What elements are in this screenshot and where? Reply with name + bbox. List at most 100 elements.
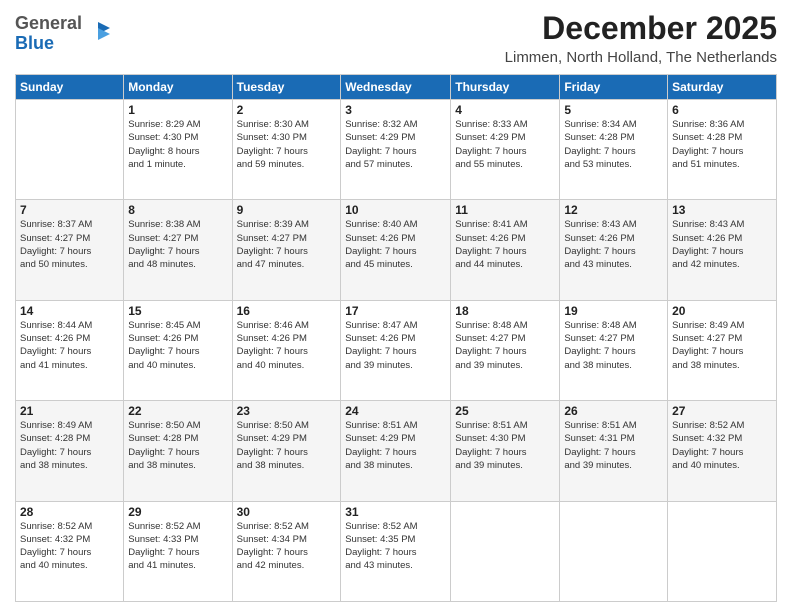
- calendar-week-row: 21Sunrise: 8:49 AM Sunset: 4:28 PM Dayli…: [16, 401, 777, 501]
- logo: General Blue: [15, 14, 112, 54]
- day-info: Sunrise: 8:40 AM Sunset: 4:26 PM Dayligh…: [345, 218, 446, 271]
- day-info: Sunrise: 8:49 AM Sunset: 4:27 PM Dayligh…: [672, 319, 772, 372]
- day-number: 23: [237, 404, 337, 418]
- day-info: Sunrise: 8:36 AM Sunset: 4:28 PM Dayligh…: [672, 118, 772, 171]
- day-number: 28: [20, 505, 119, 519]
- day-info: Sunrise: 8:29 AM Sunset: 4:30 PM Dayligh…: [128, 118, 227, 171]
- day-info: Sunrise: 8:30 AM Sunset: 4:30 PM Dayligh…: [237, 118, 337, 171]
- day-info: Sunrise: 8:52 AM Sunset: 4:35 PM Dayligh…: [345, 520, 446, 573]
- month-year-title: December 2025: [505, 10, 777, 47]
- calendar-cell: 10Sunrise: 8:40 AM Sunset: 4:26 PM Dayli…: [341, 200, 451, 300]
- calendar-cell: 24Sunrise: 8:51 AM Sunset: 4:29 PM Dayli…: [341, 401, 451, 501]
- day-number: 14: [20, 304, 119, 318]
- calendar-cell: 18Sunrise: 8:48 AM Sunset: 4:27 PM Dayli…: [451, 300, 560, 400]
- calendar-cell: 23Sunrise: 8:50 AM Sunset: 4:29 PM Dayli…: [232, 401, 341, 501]
- day-number: 2: [237, 103, 337, 117]
- day-info: Sunrise: 8:48 AM Sunset: 4:27 PM Dayligh…: [564, 319, 663, 372]
- day-info: Sunrise: 8:52 AM Sunset: 4:33 PM Dayligh…: [128, 520, 227, 573]
- calendar-cell: 2Sunrise: 8:30 AM Sunset: 4:30 PM Daylig…: [232, 100, 341, 200]
- calendar-cell: 6Sunrise: 8:36 AM Sunset: 4:28 PM Daylig…: [668, 100, 777, 200]
- day-number: 17: [345, 304, 446, 318]
- calendar-header-row: Sunday Monday Tuesday Wednesday Thursday…: [16, 75, 777, 100]
- day-info: Sunrise: 8:46 AM Sunset: 4:26 PM Dayligh…: [237, 319, 337, 372]
- calendar-cell: 16Sunrise: 8:46 AM Sunset: 4:26 PM Dayli…: [232, 300, 341, 400]
- calendar-week-row: 28Sunrise: 8:52 AM Sunset: 4:32 PM Dayli…: [16, 501, 777, 601]
- day-info: Sunrise: 8:49 AM Sunset: 4:28 PM Dayligh…: [20, 419, 119, 472]
- title-block: December 2025 Limmen, North Holland, The…: [505, 10, 777, 66]
- calendar-cell: 8Sunrise: 8:38 AM Sunset: 4:27 PM Daylig…: [124, 200, 232, 300]
- day-number: 4: [455, 103, 555, 117]
- day-number: 27: [672, 404, 772, 418]
- day-info: Sunrise: 8:52 AM Sunset: 4:34 PM Dayligh…: [237, 520, 337, 573]
- day-number: 13: [672, 203, 772, 217]
- logo-general-text: General: [15, 13, 82, 33]
- day-info: Sunrise: 8:47 AM Sunset: 4:26 PM Dayligh…: [345, 319, 446, 372]
- day-number: 12: [564, 203, 663, 217]
- header: General Blue December 2025 Limmen, North…: [15, 10, 777, 66]
- day-info: Sunrise: 8:50 AM Sunset: 4:29 PM Dayligh…: [237, 419, 337, 472]
- calendar-cell: [451, 501, 560, 601]
- day-info: Sunrise: 8:44 AM Sunset: 4:26 PM Dayligh…: [20, 319, 119, 372]
- day-info: Sunrise: 8:51 AM Sunset: 4:31 PM Dayligh…: [564, 419, 663, 472]
- calendar-cell: 22Sunrise: 8:50 AM Sunset: 4:28 PM Dayli…: [124, 401, 232, 501]
- calendar-cell: 3Sunrise: 8:32 AM Sunset: 4:29 PM Daylig…: [341, 100, 451, 200]
- day-info: Sunrise: 8:43 AM Sunset: 4:26 PM Dayligh…: [672, 218, 772, 271]
- day-info: Sunrise: 8:38 AM Sunset: 4:27 PM Dayligh…: [128, 218, 227, 271]
- day-info: Sunrise: 8:50 AM Sunset: 4:28 PM Dayligh…: [128, 419, 227, 472]
- day-number: 9: [237, 203, 337, 217]
- calendar-cell: 11Sunrise: 8:41 AM Sunset: 4:26 PM Dayli…: [451, 200, 560, 300]
- day-info: Sunrise: 8:39 AM Sunset: 4:27 PM Dayligh…: [237, 218, 337, 271]
- col-monday: Monday: [124, 75, 232, 100]
- calendar-cell: 5Sunrise: 8:34 AM Sunset: 4:28 PM Daylig…: [560, 100, 668, 200]
- day-info: Sunrise: 8:41 AM Sunset: 4:26 PM Dayligh…: [455, 218, 555, 271]
- day-info: Sunrise: 8:43 AM Sunset: 4:26 PM Dayligh…: [564, 218, 663, 271]
- calendar-cell: 21Sunrise: 8:49 AM Sunset: 4:28 PM Dayli…: [16, 401, 124, 501]
- day-info: Sunrise: 8:52 AM Sunset: 4:32 PM Dayligh…: [20, 520, 119, 573]
- day-info: Sunrise: 8:48 AM Sunset: 4:27 PM Dayligh…: [455, 319, 555, 372]
- calendar-cell: 13Sunrise: 8:43 AM Sunset: 4:26 PM Dayli…: [668, 200, 777, 300]
- day-number: 20: [672, 304, 772, 318]
- calendar-cell: [560, 501, 668, 601]
- col-friday: Friday: [560, 75, 668, 100]
- day-number: 19: [564, 304, 663, 318]
- calendar-cell: 27Sunrise: 8:52 AM Sunset: 4:32 PM Dayli…: [668, 401, 777, 501]
- col-wednesday: Wednesday: [341, 75, 451, 100]
- day-number: 15: [128, 304, 227, 318]
- calendar-cell: [16, 100, 124, 200]
- col-thursday: Thursday: [451, 75, 560, 100]
- day-info: Sunrise: 8:37 AM Sunset: 4:27 PM Dayligh…: [20, 218, 119, 271]
- calendar-cell: [668, 501, 777, 601]
- calendar-cell: 12Sunrise: 8:43 AM Sunset: 4:26 PM Dayli…: [560, 200, 668, 300]
- calendar-cell: 20Sunrise: 8:49 AM Sunset: 4:27 PM Dayli…: [668, 300, 777, 400]
- day-number: 29: [128, 505, 227, 519]
- calendar-cell: 19Sunrise: 8:48 AM Sunset: 4:27 PM Dayli…: [560, 300, 668, 400]
- day-info: Sunrise: 8:45 AM Sunset: 4:26 PM Dayligh…: [128, 319, 227, 372]
- day-info: Sunrise: 8:52 AM Sunset: 4:32 PM Dayligh…: [672, 419, 772, 472]
- day-number: 31: [345, 505, 446, 519]
- day-info: Sunrise: 8:51 AM Sunset: 4:29 PM Dayligh…: [345, 419, 446, 472]
- page: General Blue December 2025 Limmen, North…: [0, 0, 792, 612]
- day-number: 10: [345, 203, 446, 217]
- day-number: 1: [128, 103, 227, 117]
- day-number: 22: [128, 404, 227, 418]
- day-number: 25: [455, 404, 555, 418]
- day-number: 21: [20, 404, 119, 418]
- day-number: 30: [237, 505, 337, 519]
- day-info: Sunrise: 8:51 AM Sunset: 4:30 PM Dayligh…: [455, 419, 555, 472]
- calendar-cell: 30Sunrise: 8:52 AM Sunset: 4:34 PM Dayli…: [232, 501, 341, 601]
- calendar-week-row: 1Sunrise: 8:29 AM Sunset: 4:30 PM Daylig…: [16, 100, 777, 200]
- calendar-table: Sunday Monday Tuesday Wednesday Thursday…: [15, 74, 777, 602]
- calendar-cell: 25Sunrise: 8:51 AM Sunset: 4:30 PM Dayli…: [451, 401, 560, 501]
- calendar-cell: 7Sunrise: 8:37 AM Sunset: 4:27 PM Daylig…: [16, 200, 124, 300]
- logo-blue-text: Blue: [15, 33, 54, 53]
- calendar-cell: 4Sunrise: 8:33 AM Sunset: 4:29 PM Daylig…: [451, 100, 560, 200]
- calendar-week-row: 7Sunrise: 8:37 AM Sunset: 4:27 PM Daylig…: [16, 200, 777, 300]
- col-saturday: Saturday: [668, 75, 777, 100]
- calendar-cell: 14Sunrise: 8:44 AM Sunset: 4:26 PM Dayli…: [16, 300, 124, 400]
- calendar-week-row: 14Sunrise: 8:44 AM Sunset: 4:26 PM Dayli…: [16, 300, 777, 400]
- location-subtitle: Limmen, North Holland, The Netherlands: [505, 49, 777, 66]
- day-number: 11: [455, 203, 555, 217]
- day-info: Sunrise: 8:34 AM Sunset: 4:28 PM Dayligh…: [564, 118, 663, 171]
- day-number: 18: [455, 304, 555, 318]
- logo-flag-icon: [84, 20, 112, 48]
